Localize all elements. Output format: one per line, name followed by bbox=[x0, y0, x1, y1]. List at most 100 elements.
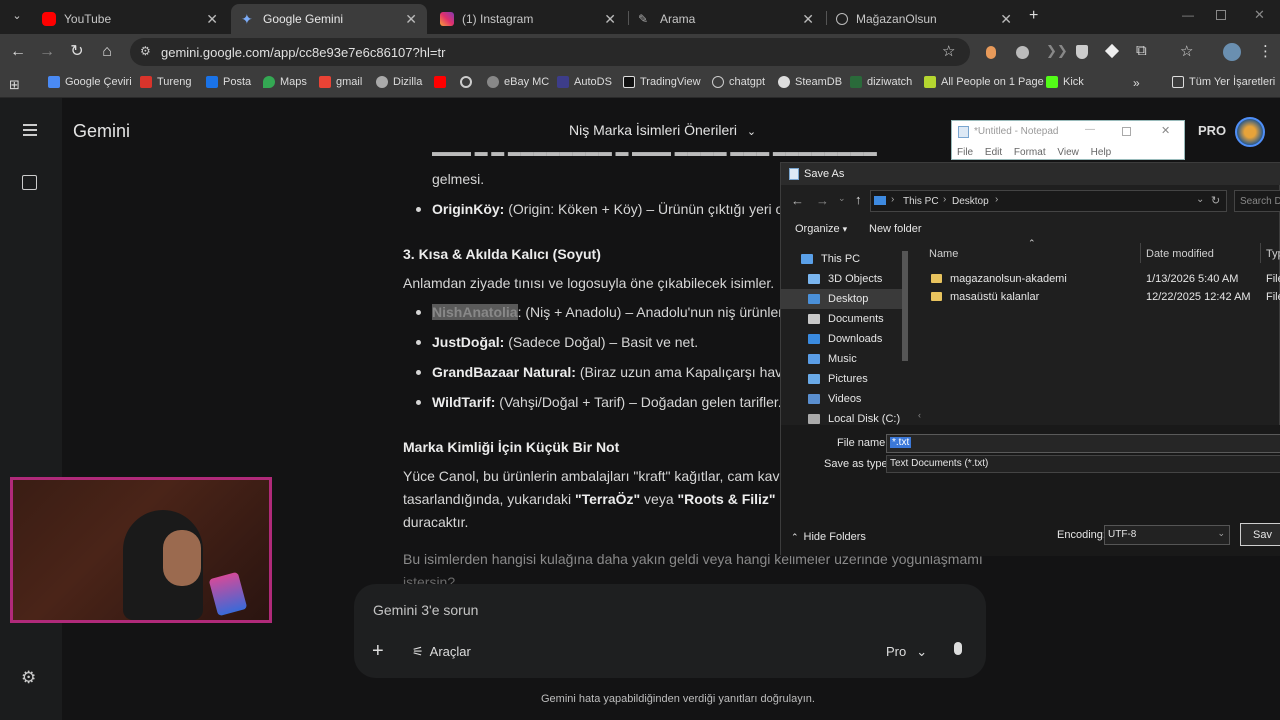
hamburger-menu-icon[interactable] bbox=[23, 124, 37, 136]
sidebar-item-videos[interactable]: Videos bbox=[808, 393, 861, 405]
close-icon[interactable]: ✕ bbox=[802, 11, 814, 28]
puzzle-icon[interactable]: ⧉ bbox=[1136, 42, 1147, 59]
minimize-window-icon[interactable]: — bbox=[1182, 8, 1194, 22]
bookmarks-star-icon[interactable]: ☆ bbox=[1180, 42, 1193, 60]
sidebar-item-documents[interactable]: Documents bbox=[808, 313, 884, 325]
bookmark-ebay-mc[interactable]: eBay MC bbox=[487, 76, 549, 88]
microphone-icon[interactable] bbox=[954, 642, 962, 655]
forward-icon[interactable]: → bbox=[816, 193, 829, 208]
tab-search-dropdown[interactable]: ⌄ bbox=[8, 9, 26, 25]
file-row-magazanolsun-akademi[interactable]: magazanolsun-akademi bbox=[931, 273, 1067, 285]
new-tab-button[interactable]: + bbox=[1029, 7, 1038, 25]
column-date-modified[interactable]: Date modified bbox=[1146, 248, 1214, 260]
bookmark-posta[interactable]: Posta bbox=[206, 76, 251, 88]
search-box[interactable]: Search De bbox=[1234, 190, 1280, 212]
bookmark-youtube[interactable] bbox=[434, 76, 451, 88]
model-selector[interactable]: Pro ⌄ bbox=[886, 644, 927, 660]
forward-icon[interactable]: → bbox=[37, 42, 57, 62]
nav-scrollbar[interactable] bbox=[901, 243, 909, 425]
breadcrumb-desktop[interactable]: Desktop bbox=[952, 196, 989, 207]
kebab-menu-icon[interactable]: ⋮ bbox=[1258, 42, 1273, 60]
sidebar-item-3d-objects[interactable]: 3D Objects bbox=[808, 273, 882, 285]
prompt-input-box[interactable]: Gemini 3'e sorun + ⚟ Araçlar Pro ⌄ bbox=[354, 584, 986, 678]
tab-magazanolsun[interactable]: MağazanOlsun ✕ bbox=[826, 4, 1022, 34]
settings-gear-icon[interactable]: ⚙ bbox=[21, 668, 36, 688]
menu-format[interactable]: Format bbox=[1014, 147, 1046, 158]
bookmark-google-ceviri[interactable]: Google Çeviri bbox=[48, 76, 132, 88]
bookmark-diziwatch[interactable]: diziwatch bbox=[850, 76, 912, 88]
bookmark-circle[interactable] bbox=[460, 76, 477, 88]
save-as-type-select[interactable]: Text Documents (*.txt) bbox=[886, 455, 1280, 473]
organize-button[interactable]: Organize ▾ bbox=[795, 223, 847, 235]
profile-avatar[interactable] bbox=[1223, 43, 1241, 61]
extension-icon[interactable]: ❯❯ bbox=[1046, 43, 1068, 59]
dialog-title-bar[interactable]: Save As bbox=[781, 163, 1280, 185]
menu-help[interactable]: Help bbox=[1091, 147, 1112, 158]
reload-icon[interactable]: ↻ bbox=[67, 42, 87, 62]
bookmark-tureng[interactable]: Tureng bbox=[140, 76, 191, 88]
column-name[interactable]: Name bbox=[929, 248, 958, 260]
tab-google-gemini[interactable]: ✦ Google Gemini ✕ bbox=[231, 4, 427, 34]
account-avatar[interactable] bbox=[1235, 117, 1265, 147]
hide-folders-button[interactable]: ⌃ Hide Folders bbox=[791, 531, 866, 543]
bookmark-star-icon[interactable]: ☆ bbox=[942, 42, 955, 60]
bookmark-dizilla[interactable]: Dizilla bbox=[376, 76, 422, 88]
bookmark-maps[interactable]: Maps bbox=[263, 76, 307, 88]
extension-icon[interactable] bbox=[986, 46, 996, 59]
path-breadcrumb[interactable]: › This PC › Desktop › ⌄ ↻ bbox=[870, 190, 1227, 212]
encoding-select[interactable]: UTF-8 ⌄ bbox=[1104, 525, 1230, 545]
sidebar-item-music[interactable]: Music bbox=[808, 353, 857, 365]
tab-arama[interactable]: ✎ Arama ✕ bbox=[628, 4, 824, 34]
bookmark-steamdb[interactable]: SteamDB bbox=[778, 76, 842, 88]
column-type[interactable]: Typ bbox=[1266, 248, 1280, 260]
notepad-title-bar[interactable]: *Untitled - Notepad — ✕ bbox=[952, 121, 1184, 143]
sidebar-item-downloads[interactable]: Downloads bbox=[808, 333, 882, 345]
close-icon[interactable]: ✕ bbox=[206, 11, 218, 28]
horizontal-scrollbar[interactable]: ‹ bbox=[915, 410, 1280, 423]
home-icon[interactable]: ⌂ bbox=[97, 42, 117, 62]
close-icon[interactable]: ✕ bbox=[604, 11, 616, 28]
site-info-icon[interactable]: ⚙ bbox=[140, 44, 151, 58]
up-icon[interactable]: ↑ bbox=[855, 192, 862, 207]
extension-icon[interactable] bbox=[1104, 43, 1120, 59]
tab-youtube[interactable]: YouTube ✕ bbox=[32, 4, 228, 34]
all-bookmarks-folder[interactable]: Tüm Yer İşaretleri bbox=[1172, 76, 1275, 88]
recent-locations-icon[interactable]: ⌄ bbox=[838, 193, 846, 204]
menu-view[interactable]: View bbox=[1057, 147, 1079, 158]
tools-button[interactable]: ⚟ Araçlar bbox=[412, 644, 471, 660]
menu-file[interactable]: File bbox=[957, 147, 973, 158]
new-chat-icon[interactable] bbox=[22, 175, 37, 190]
save-button[interactable]: Sav bbox=[1240, 523, 1280, 546]
shield-icon[interactable] bbox=[1076, 45, 1088, 59]
bookmark-autods[interactable]: AutoDS bbox=[557, 76, 612, 88]
sidebar-item-pictures[interactable]: Pictures bbox=[808, 373, 868, 385]
conversation-title[interactable]: Niş Marka İsimleri Önerileri ⌄ bbox=[569, 122, 756, 138]
bookmark-tradingview[interactable]: TradingView bbox=[623, 76, 701, 88]
maximize-window-icon[interactable] bbox=[1216, 10, 1226, 20]
close-icon[interactable]: ✕ bbox=[1161, 124, 1170, 137]
menu-edit[interactable]: Edit bbox=[985, 147, 1002, 158]
close-window-icon[interactable]: ✕ bbox=[1254, 7, 1265, 23]
back-icon[interactable]: ← bbox=[8, 42, 28, 62]
refresh-icon[interactable]: ↻ bbox=[1211, 194, 1220, 207]
close-icon[interactable]: ✕ bbox=[1000, 11, 1012, 28]
file-name-input[interactable]: *.txt bbox=[886, 434, 1280, 453]
sidebar-item-desktop[interactable]: Desktop bbox=[808, 293, 868, 305]
bookmark-gmail[interactable]: gmail bbox=[319, 76, 362, 88]
tab-instagram[interactable]: (1) Instagram ✕ bbox=[430, 4, 626, 34]
more-bookmarks-icon[interactable]: » bbox=[1133, 76, 1140, 90]
file-row-masaustu-kalanlar[interactable]: masaüstü kalanlar bbox=[931, 291, 1039, 303]
close-icon[interactable]: ✕ bbox=[405, 11, 417, 28]
breadcrumb-this-pc[interactable]: This PC bbox=[903, 196, 939, 207]
bookmark-all-people[interactable]: All People on 1 Page bbox=[924, 76, 1044, 88]
bookmark-kick[interactable]: Kick bbox=[1046, 76, 1084, 88]
bookmark-chatgpt[interactable]: chatgpt bbox=[712, 76, 765, 88]
address-bar[interactable]: ⚙ gemini.google.com/app/cc8e93e7e6c86107… bbox=[130, 38, 970, 66]
minimize-icon[interactable]: — bbox=[1085, 124, 1095, 135]
chevron-down-icon[interactable]: ⌄ bbox=[1196, 194, 1204, 205]
add-attachment-icon[interactable]: + bbox=[372, 640, 384, 663]
new-folder-button[interactable]: New folder bbox=[869, 223, 922, 235]
sidebar-item-this-pc[interactable]: This PC bbox=[801, 253, 860, 265]
apps-grid-icon[interactable]: ⊞ bbox=[9, 77, 20, 93]
back-icon[interactable]: ← bbox=[791, 193, 804, 208]
